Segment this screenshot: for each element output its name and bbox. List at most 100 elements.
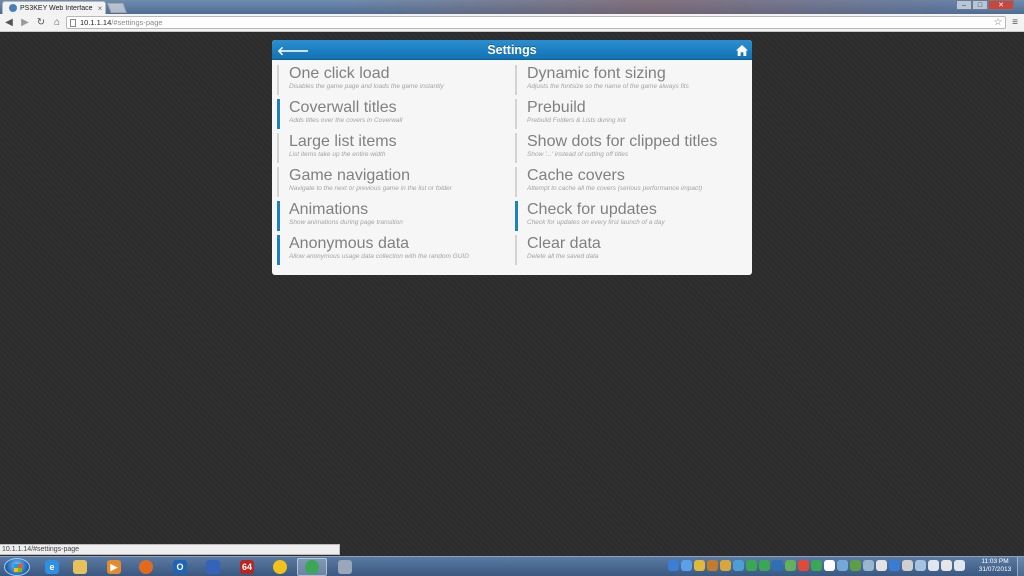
address-url[interactable]: 10.1.1.14/#settings-page <box>80 18 991 27</box>
taskbar: e ▶ O 64 11:03 PM 31/07/2013 <box>0 556 1024 576</box>
tray-icon[interactable] <box>733 560 744 571</box>
back-arrow-icon[interactable]: 🡐 <box>277 43 309 58</box>
show-desktop-button[interactable] <box>1017 557 1024 576</box>
tray-icon[interactable] <box>759 560 770 571</box>
setting-coverwall-titles[interactable]: Coverwall titles Adds titles over the co… <box>277 99 509 129</box>
tray-icon[interactable] <box>876 560 887 571</box>
browser-titlebar: PS3KEY Web Interface × – □ ✕ <box>0 0 1024 14</box>
windows-logo-icon <box>14 564 22 572</box>
desktop-wallpaper-strip <box>344 0 964 14</box>
tray-icon[interactable] <box>694 560 705 571</box>
address-bar[interactable]: 10.1.1.14/#settings-page ☆ <box>66 16 1006 29</box>
setting-clear-data[interactable]: Clear data Delete all the saved data <box>515 235 747 265</box>
setting-title: Cache covers <box>527 167 625 184</box>
setting-description: List items take up the entire width <box>289 151 386 158</box>
taskbar-app-64-button[interactable]: 64 <box>232 558 262 576</box>
taskbar-file-explorer-button[interactable] <box>65 558 95 576</box>
browser-tab[interactable]: PS3KEY Web Interface × <box>2 1 106 14</box>
setting-game-navigation[interactable]: Game navigation Navigate to the next or … <box>277 167 509 197</box>
taskbar-app-yellow-button[interactable] <box>265 558 295 576</box>
tray-icon[interactable] <box>954 560 965 571</box>
tray-icon[interactable] <box>720 560 731 571</box>
taskbar-clock[interactable]: 11:03 PM 31/07/2013 <box>975 558 1015 574</box>
app-64-icon: 64 <box>240 560 254 574</box>
setting-check-for-updates[interactable]: Check for updates Check for updates on e… <box>515 201 747 231</box>
tray-icon[interactable] <box>811 560 822 571</box>
taskbar-app-blue-button[interactable] <box>198 558 228 576</box>
back-arrow-icon[interactable]: ◀ <box>2 16 16 30</box>
tray-icon[interactable] <box>941 560 952 571</box>
tray-icon[interactable] <box>902 560 913 571</box>
app-gear-icon <box>338 560 352 574</box>
settings-panel: 🡐 Settings One click load Disables the g… <box>272 40 752 275</box>
taskbar-internet-explorer-button[interactable]: e <box>37 558 67 576</box>
taskbar-chrome-button[interactable] <box>297 558 327 576</box>
file-explorer-icon <box>73 560 87 574</box>
tray-icon[interactable] <box>850 560 861 571</box>
tray-icon[interactable] <box>915 560 926 571</box>
setting-title: Check for updates <box>527 201 657 218</box>
taskbar-outlook-button[interactable]: O <box>165 558 195 576</box>
app-yellow-icon <box>273 560 287 574</box>
setting-title: Game navigation <box>289 167 410 184</box>
taskbar-app-gear-button[interactable] <box>330 558 360 576</box>
taskbar-media-player-button[interactable]: ▶ <box>99 558 129 576</box>
tray-icon[interactable] <box>928 560 939 571</box>
tray-icon[interactable] <box>889 560 900 571</box>
setting-description: Show animations during page transition <box>289 219 403 226</box>
tray-icon[interactable] <box>785 560 796 571</box>
forward-arrow-icon[interactable]: ▶ <box>18 16 32 30</box>
setting-prebuild[interactable]: Prebuild Prebuild Folders & Lists during… <box>515 99 747 129</box>
setting-show-dots-clipped-titles[interactable]: Show dots for clipped titles Show '...' … <box>515 133 747 163</box>
settings-grid: One click load Disables the game page an… <box>277 65 747 265</box>
setting-title: Dynamic font sizing <box>527 65 666 82</box>
setting-title: Coverwall titles <box>289 99 397 116</box>
setting-title: Animations <box>289 201 369 218</box>
tray-icon[interactable] <box>772 560 783 571</box>
bookmark-star-icon[interactable]: ☆ <box>991 17 1005 28</box>
new-tab-button[interactable] <box>107 3 127 13</box>
tray-icon[interactable] <box>837 560 848 571</box>
setting-description: Allow anonymous usage data collection wi… <box>289 253 469 260</box>
system-tray <box>668 560 965 571</box>
setting-title: Show dots for clipped titles <box>527 133 718 150</box>
globe-icon <box>9 4 17 12</box>
tray-icon[interactable] <box>824 560 835 571</box>
taskbar-firefox-button[interactable] <box>131 558 161 576</box>
setting-dynamic-font-sizing[interactable]: Dynamic font sizing Adjusts the fontsize… <box>515 65 747 95</box>
clock-date: 31/07/2013 <box>978 566 1012 573</box>
tab-close-icon[interactable]: × <box>95 4 105 13</box>
maximize-icon[interactable]: □ <box>972 0 988 10</box>
home-icon[interactable]: ⌂ <box>50 16 64 30</box>
setting-description: Show '...' instead of cutting off titles <box>527 151 629 158</box>
minimize-icon[interactable]: – <box>956 0 972 10</box>
tray-icon[interactable] <box>707 560 718 571</box>
setting-title: Anonymous data <box>289 235 410 252</box>
tray-icon[interactable] <box>668 560 679 571</box>
setting-description: Prebuild Folders & Lists during init <box>527 117 626 124</box>
setting-cache-covers[interactable]: Cache covers Attempt to cache all the co… <box>515 167 747 197</box>
setting-one-click-load[interactable]: One click load Disables the game page an… <box>277 65 509 95</box>
close-icon[interactable]: ✕ <box>988 0 1014 10</box>
outlook-icon: O <box>173 560 187 574</box>
setting-title: Prebuild <box>527 99 586 116</box>
start-button[interactable] <box>4 558 30 576</box>
tray-icon[interactable] <box>746 560 757 571</box>
tray-icon[interactable] <box>798 560 809 571</box>
reload-icon[interactable]: ↻ <box>34 16 48 30</box>
setting-description: Disables the game page and loads the gam… <box>289 83 444 90</box>
internet-explorer-icon: e <box>45 560 59 574</box>
chrome-icon <box>305 560 319 574</box>
media-player-icon: ▶ <box>107 560 121 574</box>
tray-icon[interactable] <box>863 560 874 571</box>
setting-animations[interactable]: Animations Show animations during page t… <box>277 201 509 231</box>
clock-time: 11:03 PM <box>981 558 1009 565</box>
browser-menu-icon[interactable]: ≡ <box>1010 17 1020 28</box>
home-icon[interactable] <box>736 43 748 61</box>
tray-icon[interactable] <box>681 560 692 571</box>
setting-description: Navigate to the next or previous game in… <box>289 185 452 192</box>
setting-anonymous-data[interactable]: Anonymous data Allow anonymous usage dat… <box>277 235 509 265</box>
setting-large-list-items[interactable]: Large list items List items take up the … <box>277 133 509 163</box>
setting-description: Attempt to cache all the covers (serious… <box>527 185 703 192</box>
setting-description: Delete all the saved data <box>527 253 599 260</box>
